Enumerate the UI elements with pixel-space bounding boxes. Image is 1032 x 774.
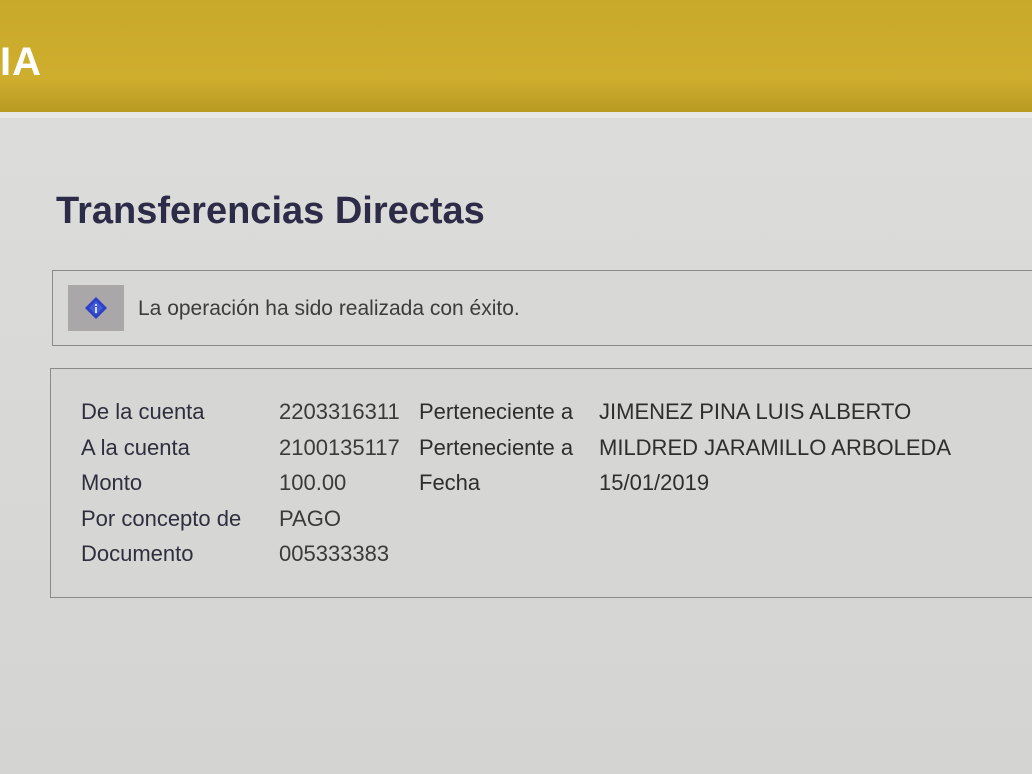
date-value: 15/01/2019 <box>599 470 710 495</box>
top-banner: IA <box>0 0 1032 112</box>
from-owner-name: JIMENEZ PINA LUIS ALBERTO <box>599 399 912 424</box>
date-label: Fecha <box>419 470 481 495</box>
from-owner-label: Perteneciente a <box>419 399 574 424</box>
from-account-row: De la cuenta 2203316311 Perteneciente a … <box>81 399 1021 431</box>
success-message-text: La operación ha sido realizada con éxito… <box>138 297 520 320</box>
document-value: 005333383 <box>279 541 390 566</box>
info-diamond-icon <box>85 297 107 319</box>
to-owner-label: Perteneciente a <box>419 435 574 460</box>
info-icon-container <box>68 285 124 331</box>
to-account-label: A la cuenta <box>81 435 190 460</box>
from-account-label: De la cuenta <box>81 399 205 424</box>
brand-logo-text: IA <box>0 40 42 84</box>
document-label: Documento <box>81 541 194 566</box>
concept-value: PAGO <box>279 506 341 531</box>
amount-value: 100.00 <box>279 470 347 495</box>
document-row: Documento 005333383 <box>81 541 1021 573</box>
transfer-details: De la cuenta 2203316311 Perteneciente a … <box>50 368 1032 598</box>
page-title: Transferencias Directas <box>56 190 485 232</box>
success-message-box: La operación ha sido realizada con éxito… <box>52 270 1032 346</box>
concept-row: Por concepto de PAGO <box>81 506 1021 538</box>
from-account-number: 2203316311 <box>279 399 400 424</box>
amount-row: Monto 100.00 Fecha 15/01/2019 <box>81 470 1021 502</box>
concept-label: Por concepto de <box>81 506 242 531</box>
to-account-number: 2100135117 <box>279 435 400 460</box>
amount-label: Monto <box>81 470 143 495</box>
to-account-row: A la cuenta 2100135117 Perteneciente a M… <box>81 435 1021 467</box>
to-owner-name: MILDRED JARAMILLO ARBOLEDA <box>599 435 952 460</box>
